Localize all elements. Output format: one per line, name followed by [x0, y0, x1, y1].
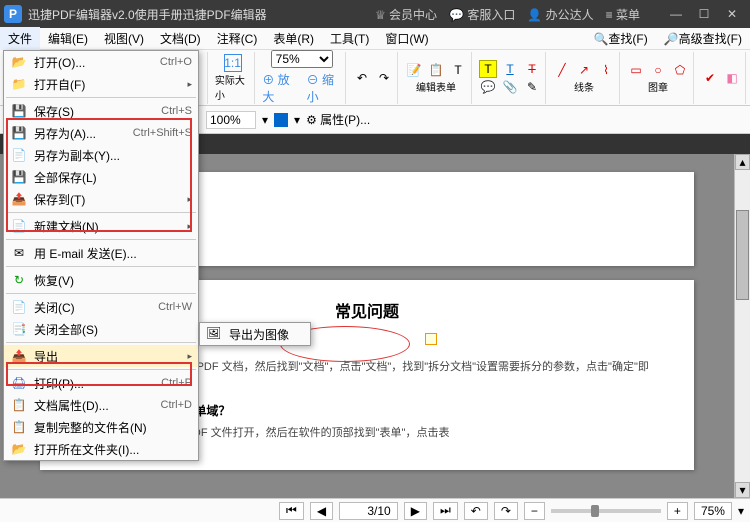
last-page-button[interactable]: ⏭: [433, 502, 458, 520]
close-button[interactable]: ✕: [718, 4, 746, 24]
oval-tool-icon[interactable]: ○: [649, 61, 667, 79]
strikeout-icon[interactable]: T: [523, 60, 541, 78]
color-swatch[interactable]: [274, 113, 288, 127]
signature-icon[interactable]: ✎: [523, 78, 541, 96]
maximize-button[interactable]: ☐: [690, 4, 718, 24]
polygon-tool-icon[interactable]: ⬠: [671, 61, 689, 79]
attach-icon[interactable]: 📎: [501, 78, 519, 96]
zoom-select[interactable]: 75%: [271, 50, 333, 68]
menu-close-all[interactable]: 📑关闭全部(S): [4, 318, 198, 340]
menu-save[interactable]: 💾保存(S)Ctrl+S: [4, 100, 198, 122]
menu-edit[interactable]: 编辑(E): [40, 27, 96, 50]
scroll-down-button[interactable]: ▾: [735, 482, 750, 498]
menu-view[interactable]: 视图(V): [96, 27, 152, 50]
lines-label: 线条: [574, 79, 594, 94]
menu-open-from[interactable]: 📁打开自(F)▸: [4, 73, 198, 95]
zoom-display[interactable]: 75%: [694, 502, 732, 520]
line-tool-icon[interactable]: ╱: [553, 61, 571, 79]
menu-revert[interactable]: ↻恢复(V): [4, 269, 198, 291]
menu-print[interactable]: 🖨打印(P)...Ctrl+P: [4, 372, 198, 394]
minimize-button[interactable]: —: [662, 4, 690, 24]
rotate-left-icon[interactable]: ↶: [353, 69, 371, 87]
stamp-icon[interactable]: ✔: [701, 69, 719, 87]
page-input[interactable]: [346, 504, 374, 518]
actual-size-icon[interactable]: 1:1: [224, 54, 242, 72]
prev-page-button[interactable]: ◀: [310, 502, 333, 520]
menu-doc-props[interactable]: 📋文档属性(D)...Ctrl+D: [4, 394, 198, 416]
zoom-in-button[interactable]: ⊕ 放大: [262, 71, 296, 105]
menu-save-all[interactable]: 💾全部保存(L): [4, 166, 198, 188]
advanced-find-button[interactable]: 🔎高级查找(F): [656, 28, 750, 49]
statusbar: ⏮ ◀ /10 ▶ ⏭ ↶ ↷ − + 75% ▾: [0, 498, 750, 522]
edit-tool-icon[interactable]: 📝: [405, 61, 423, 79]
note-icon[interactable]: 💬: [479, 78, 497, 96]
menu-open-folder[interactable]: 📂打开所在文件夹(I)...: [4, 438, 198, 460]
link-menu[interactable]: ≡ 菜单: [606, 6, 640, 23]
menu-file[interactable]: 文件: [0, 27, 40, 50]
form-tool-icon[interactable]: 📋: [427, 61, 445, 79]
first-page-button[interactable]: ⏮: [279, 502, 304, 520]
menu-save-copy[interactable]: 📄另存为副本(Y)...: [4, 144, 198, 166]
menubar: 文件 编辑(E) 视图(V) 文档(D) 注释(C) 表单(R) 工具(T) 窗…: [0, 28, 750, 50]
next-page-button[interactable]: ▶: [404, 502, 427, 520]
link-member[interactable]: ♕ 会员中心: [375, 6, 437, 23]
menu-copy-name[interactable]: 📋复制完整的文件名(N): [4, 416, 198, 438]
export-image-icon: 🖼: [206, 326, 224, 342]
file-menu-dropdown: 📂打开(O)...Ctrl+O 📁打开自(F)▸ 💾保存(S)Ctrl+S 💾另…: [3, 50, 199, 461]
menu-tool[interactable]: 工具(T): [322, 27, 377, 50]
window-title: 迅捷PDF编辑器v2.0使用手册迅捷PDF编辑器: [28, 6, 375, 23]
properties-button[interactable]: ⚙ 属性(P)...: [306, 111, 370, 128]
menu-window[interactable]: 窗口(W): [377, 27, 436, 50]
scroll-up-button[interactable]: ▴: [735, 154, 750, 170]
text-tool-icon[interactable]: T: [449, 61, 467, 79]
annotation-marker[interactable]: [425, 333, 437, 345]
find-button[interactable]: 🔍查找(F): [585, 28, 655, 49]
zoom-input[interactable]: [206, 111, 256, 129]
export-submenu: 🖼 导出为图像: [199, 322, 311, 346]
highlight-icon[interactable]: T: [479, 60, 497, 78]
menu-email[interactable]: ✉用 E-mail 发送(E)...: [4, 242, 198, 264]
menu-save-to[interactable]: 📤保存到(T)▸: [4, 188, 198, 210]
vertical-scrollbar[interactable]: ▴ ▾: [734, 154, 750, 498]
scroll-thumb[interactable]: [736, 210, 749, 300]
zoom-slider[interactable]: [551, 509, 661, 513]
prev-view-button[interactable]: ↶: [464, 502, 488, 520]
page-indicator[interactable]: /10: [339, 502, 398, 520]
underline-icon[interactable]: T: [501, 60, 519, 78]
menu-export[interactable]: 📤导出▸: [4, 345, 198, 367]
next-view-button[interactable]: ↷: [494, 502, 518, 520]
rect-tool-icon[interactable]: ▭: [627, 61, 645, 79]
menu-close[interactable]: 📄关闭(C)Ctrl+W: [4, 296, 198, 318]
link-user[interactable]: 👤 办公达人: [527, 6, 593, 23]
menu-form[interactable]: 表单(R): [265, 27, 322, 50]
app-logo: P: [4, 5, 22, 23]
shapes-label: 图章: [648, 79, 668, 94]
rotate-right-icon[interactable]: ↷: [375, 69, 393, 87]
eraser-icon[interactable]: ◧: [723, 69, 741, 87]
menu-comment[interactable]: 注释(C): [209, 27, 266, 50]
titlebar: P 迅捷PDF编辑器v2.0使用手册迅捷PDF编辑器 ♕ 会员中心 💬 客服入口…: [0, 0, 750, 28]
link-support[interactable]: 💬 客服入口: [449, 6, 515, 23]
zoom-out-status[interactable]: −: [524, 502, 545, 520]
menu-open[interactable]: 📂打开(O)...Ctrl+O: [4, 51, 198, 73]
zoom-out-button[interactable]: ⊖ 缩小: [307, 71, 341, 105]
actual-size-label: 实际大小: [215, 72, 250, 102]
zoom-in-status[interactable]: +: [667, 502, 688, 520]
polyline-tool-icon[interactable]: ⌇: [597, 61, 615, 79]
menu-export-image[interactable]: 导出为图像: [229, 326, 289, 343]
menu-new-doc[interactable]: 📄新建文档(N)▸: [4, 215, 198, 237]
menu-document[interactable]: 文档(D): [152, 27, 209, 50]
arrow-tool-icon[interactable]: ↗: [575, 61, 593, 79]
menu-save-as[interactable]: 💾另存为(A)...Ctrl+Shift+S: [4, 122, 198, 144]
edit-form-label: 编辑表单: [416, 79, 456, 94]
